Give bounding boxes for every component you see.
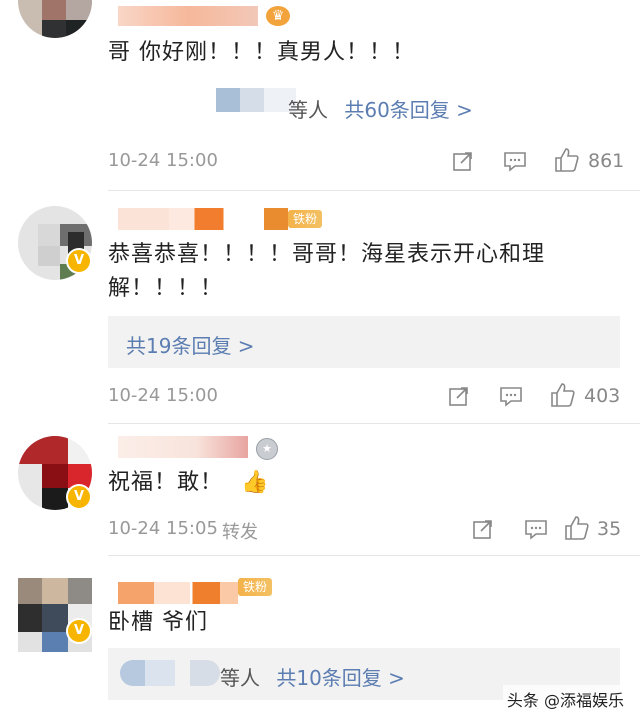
reply-count-link[interactable]: 共60条回复 > (344, 98, 473, 122)
comment-item: V ★ 祝福！敢！ 👍 10-24 15:05 转发 35 (0, 430, 640, 555)
fan-badge: 铁粉 (238, 578, 273, 596)
reply-count-link[interactable]: 共10条回复 > (276, 666, 405, 690)
like-count: 403 (584, 385, 621, 407)
comment-icon[interactable] (524, 518, 548, 544)
comment-text: 哥 你好刚！！！真男人！！！ (108, 40, 415, 65)
comment-text-line: 恭喜恭喜！！！！哥哥！海星表示开心和理 (108, 242, 546, 267)
thumbs-up-emoji: 👍 (241, 470, 270, 495)
comment-text: 卧槽 爷们 (108, 610, 208, 635)
like-count: 35 (597, 518, 622, 540)
verified-icon: V (66, 618, 92, 644)
username-blurred[interactable] (118, 436, 248, 458)
reply-prefix: 等人 (220, 666, 260, 690)
comment-item: V 铁粉 恭喜恭喜！！！！哥哥！海星表示开心和理 解！！！！ 共19条回复 > … (0, 200, 640, 425)
comment-item: ♛ 哥 你好刚！！！真男人！！！ 等人 共60条回复 > 10-24 15:00… (0, 0, 640, 190)
divider (108, 190, 640, 191)
username-blurred[interactable] (118, 582, 238, 604)
timestamp: 10-24 15:00 (108, 385, 218, 406)
watermark: 头条 @添福娱乐 (502, 685, 628, 713)
comment-icon[interactable] (499, 385, 523, 411)
reply-count-link[interactable]: 共19条回复 > (126, 330, 255, 359)
reply-box[interactable]: 等人 共60条回复 > (108, 84, 620, 132)
comment-icon[interactable] (503, 150, 527, 176)
medal-icon: ★ (256, 438, 278, 460)
reply-avatars-blurred (120, 660, 220, 686)
verified-icon: V (66, 248, 92, 274)
like-icon[interactable] (564, 515, 590, 545)
share-icon[interactable] (472, 518, 494, 544)
timestamp: 10-24 15:05 (108, 518, 218, 539)
reply-prefix: 等人 (288, 98, 328, 122)
reply-avatars-blurred (216, 88, 296, 112)
comment-text-body: 祝福！敢！ (108, 470, 224, 495)
username-blurred[interactable] (118, 6, 258, 26)
comment-text: 恭喜恭喜！！！！哥哥！海星表示开心和理 解！！！！ (108, 238, 545, 306)
comment-text-line: 解！！！！ (108, 276, 224, 301)
username-blurred[interactable] (118, 208, 288, 230)
share-icon[interactable] (452, 150, 474, 176)
reply-box[interactable]: 共19条回复 > (108, 316, 620, 368)
repost-label[interactable]: 转发 (222, 518, 258, 544)
comment-text: 祝福！敢！ 👍 (108, 466, 269, 500)
timestamp: 10-24 15:00 (108, 150, 218, 171)
like-count: 861 (588, 150, 625, 172)
divider (108, 555, 640, 556)
divider (108, 423, 640, 424)
avatar[interactable] (18, 0, 92, 38)
verified-icon: V (66, 484, 92, 510)
like-icon[interactable] (550, 382, 576, 412)
fan-badge: 铁粉 (288, 210, 323, 228)
crown-icon: ♛ (266, 6, 290, 26)
share-icon[interactable] (448, 385, 470, 411)
like-icon[interactable] (554, 147, 580, 177)
